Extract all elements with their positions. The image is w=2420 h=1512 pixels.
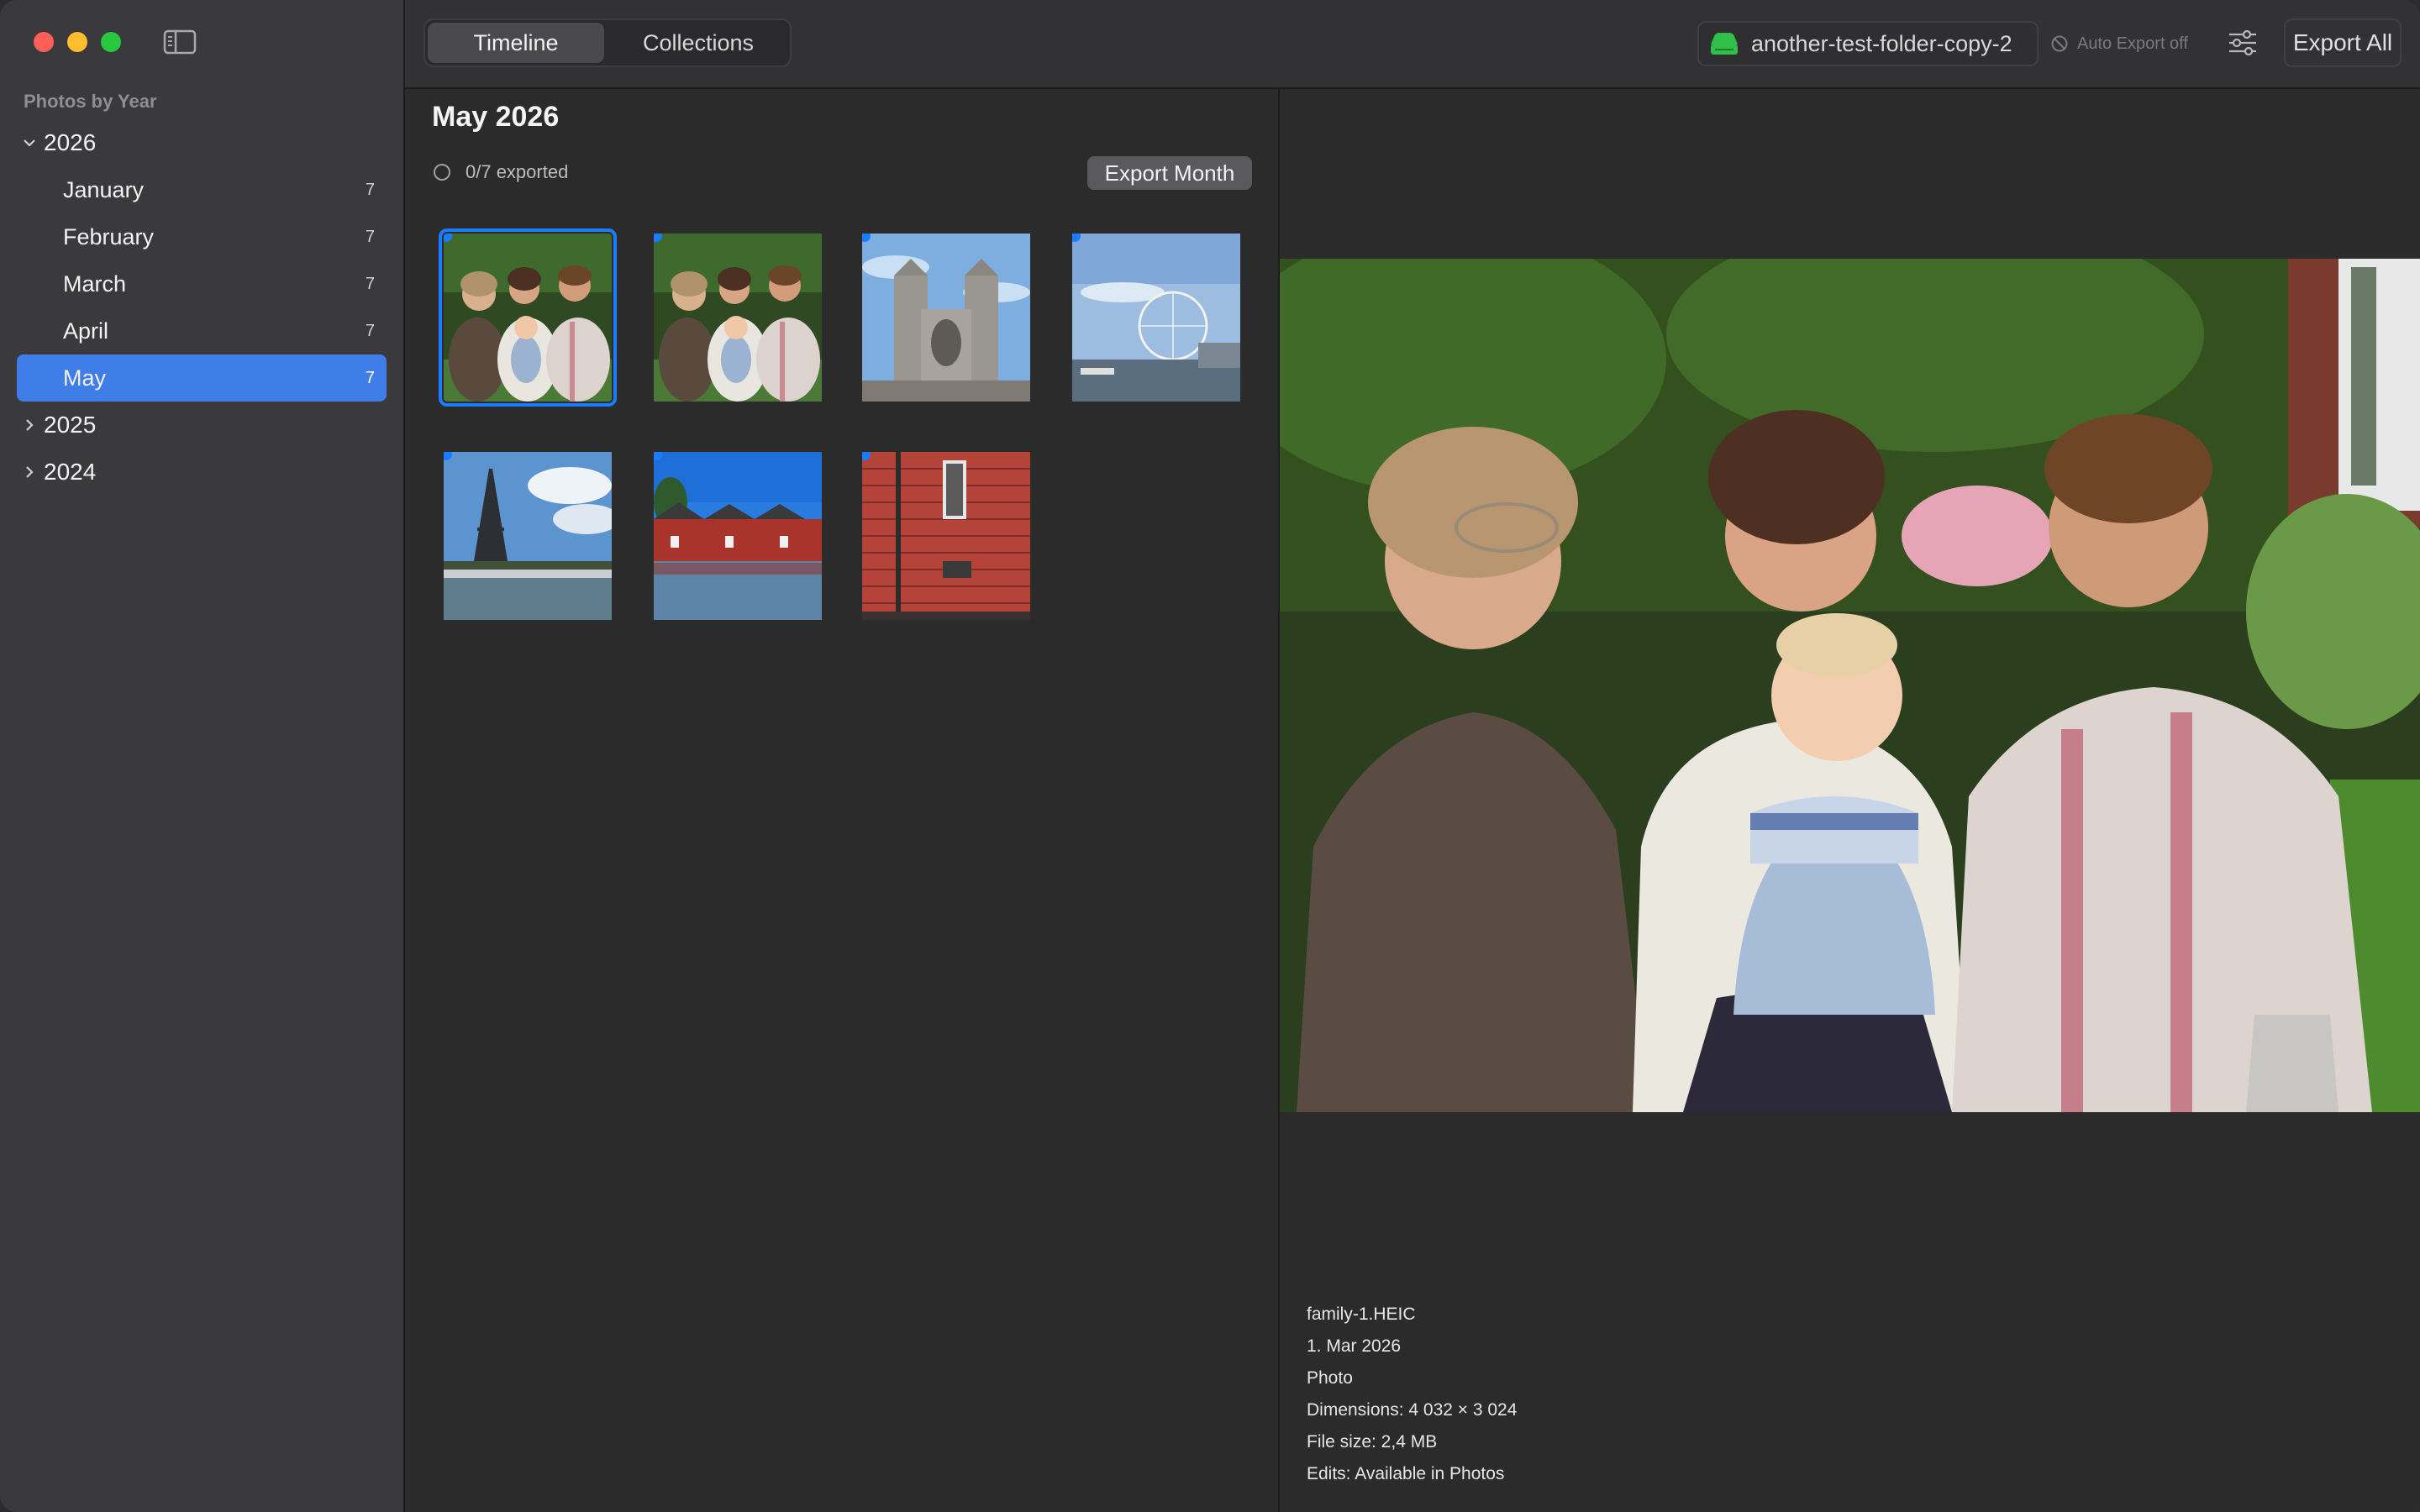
sidebar-month-february[interactable]: February 7 xyxy=(17,213,387,260)
close-window-button[interactable] xyxy=(34,32,54,52)
year-label: 2025 xyxy=(44,412,97,438)
toolbar: Timeline Collections another-test-folder… xyxy=(405,0,2420,89)
auto-export-status[interactable]: Auto Export off xyxy=(2050,29,2188,59)
sidebar-month-march[interactable]: March 7 xyxy=(17,260,387,307)
photo-thumbnail-red-houses[interactable] xyxy=(654,452,822,620)
family-photo-large xyxy=(1280,259,2420,1112)
auto-export-label: Auto Export off xyxy=(2077,34,2188,53)
photo-thumbnail-brick-wall[interactable] xyxy=(862,452,1030,620)
photo-thumbnail-family-2[interactable] xyxy=(654,234,822,402)
folder-name: another-test-folder-copy-2 xyxy=(1751,30,2012,56)
sidebar-year-2025[interactable]: 2025 xyxy=(20,406,96,444)
export-status-label: 0/7 exported xyxy=(466,161,569,182)
month-label: February xyxy=(63,223,155,249)
photo-metadata: family-1.HEIC 1. Mar 2026 Photo Dimensio… xyxy=(1307,1299,1517,1490)
year-label: 2024 xyxy=(44,459,97,485)
month-count: 7 xyxy=(365,227,375,246)
family-photo xyxy=(444,234,612,402)
sidebar-month-april[interactable]: April 7 xyxy=(17,307,387,354)
photo-preview-panel: family-1.HEIC 1. Mar 2026 Photo Dimensio… xyxy=(1280,89,2420,1512)
sidebar-year-2026[interactable]: 2026 xyxy=(20,123,96,162)
meta-kind: Photo xyxy=(1307,1368,1353,1388)
app-window: Photos by Year 2026 January 7 February 7… xyxy=(0,0,2420,1512)
tab-timeline[interactable]: Timeline xyxy=(428,23,604,63)
month-count: 7 xyxy=(365,180,375,199)
minimize-window-button[interactable] xyxy=(67,32,87,52)
meta-edits: Edits: Available in Photos xyxy=(1307,1464,1505,1483)
sidebar-month-may[interactable]: May 7 xyxy=(17,354,387,402)
sidebar-toggle-icon[interactable] xyxy=(163,29,197,55)
month-label: January xyxy=(63,176,145,202)
sidebar-year-2024[interactable]: 2024 xyxy=(20,453,96,491)
brick-wall-photo xyxy=(862,452,1030,620)
photo-thumbnail-ferris-wheel[interactable] xyxy=(1072,234,1240,402)
meta-file-size: File size: 2,4 MB xyxy=(1307,1432,1438,1452)
month-label: March xyxy=(63,270,127,297)
progress-circle-icon xyxy=(434,164,450,181)
year-label: 2026 xyxy=(44,129,97,155)
eiffel-tower-photo xyxy=(444,452,612,620)
meta-date: 1. Mar 2026 xyxy=(1307,1336,1402,1356)
ferris-wheel-photo xyxy=(1072,234,1240,402)
photo-thumbnail-eiffel-tower[interactable] xyxy=(444,452,612,620)
photo-thumbnail-family[interactable] xyxy=(439,228,617,407)
meta-filename: family-1.HEIC xyxy=(1307,1305,1416,1324)
drive-icon xyxy=(1711,33,1738,55)
disabled-icon xyxy=(2051,35,2068,52)
sidebar: Photos by Year 2026 January 7 February 7… xyxy=(0,0,405,1512)
photo-grid-panel: May 2026 0/7 exported Export Month xyxy=(405,89,1279,1512)
red-houses-photo xyxy=(654,452,822,620)
meta-dimensions: Dimensions: 4 032 × 3 024 xyxy=(1307,1400,1518,1420)
export-month-button[interactable]: Export Month xyxy=(1087,156,1252,190)
sidebar-section-title: Photos by Year xyxy=(24,91,157,112)
month-label: May xyxy=(63,365,107,391)
chevron-right-icon xyxy=(20,463,39,481)
month-count: 7 xyxy=(365,368,375,387)
tab-collections[interactable]: Collections xyxy=(609,23,787,63)
family-photo xyxy=(654,234,822,402)
view-segmented-control: Timeline Collections xyxy=(424,18,792,67)
cathedral-photo xyxy=(862,234,1030,402)
photo-thumbnail-cathedral[interactable] xyxy=(862,234,1030,402)
zoom-window-button[interactable] xyxy=(101,32,121,52)
chevron-right-icon xyxy=(20,416,39,434)
preview-image xyxy=(1280,259,2420,1112)
month-label: April xyxy=(63,318,109,344)
month-title: May 2026 xyxy=(432,101,560,133)
chevron-down-icon xyxy=(20,134,39,152)
sidebar-month-january[interactable]: January 7 xyxy=(17,166,387,213)
month-count: 7 xyxy=(365,274,375,293)
export-progress: 0/7 exported xyxy=(434,161,568,183)
settings-sliders-icon[interactable] xyxy=(2227,29,2259,57)
month-count: 7 xyxy=(365,321,375,340)
export-folder-selector[interactable]: another-test-folder-copy-2 xyxy=(1697,21,2039,66)
export-all-button[interactable]: Export All xyxy=(2284,18,2402,67)
